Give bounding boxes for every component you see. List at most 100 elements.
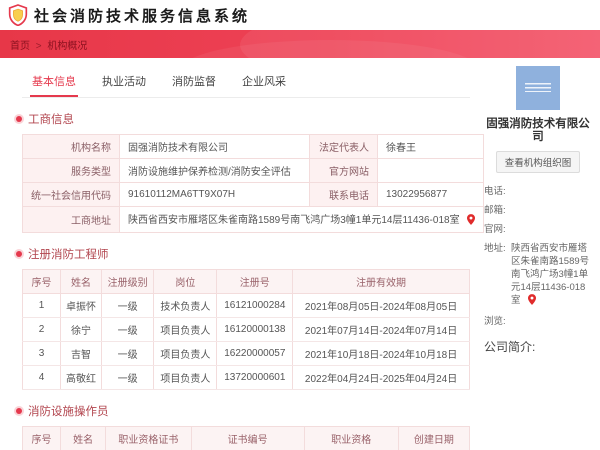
company-profile-title: 公司简介: (484, 340, 536, 354)
cell-level: 一级 (101, 341, 155, 366)
cell-name: 徐宁 (59, 317, 103, 342)
section-engineers: 注册消防工程师 (16, 246, 470, 262)
table-header-row: 序号 姓名 职业资格证书 证书编号 职业资格 创建日期 (22, 426, 471, 450)
tab-basic-info[interactable]: 基本信息 (30, 68, 78, 97)
address-cell: 陕西省西安市雁塔区朱雀南路1589号南飞鸿广场3幢1单元14层11436-018… (118, 206, 485, 233)
operators-table: 序号 姓名 职业资格证书 证书编号 职业资格 创建日期 1 戴文强 四级/中级技… (22, 426, 471, 450)
cell-position: 项目负责人 (153, 365, 218, 390)
col-qual: 职业资格 (303, 426, 399, 450)
sidebar-phone-value (511, 185, 592, 198)
banner: 首页 > 机构概况 (0, 30, 600, 58)
org-name-label: 机构名称 (22, 134, 120, 159)
cell-position: 项目负责人 (153, 317, 218, 342)
cell-valid: 2021年07月14日-2024年07月14日 (292, 317, 470, 342)
tab-company-showcase[interactable]: 企业风采 (240, 68, 288, 97)
location-pin-icon[interactable] (467, 214, 476, 228)
breadcrumb-home-link[interactable]: 首页 (10, 41, 30, 52)
bullet-dot-icon (16, 116, 22, 122)
cell-name: 吉智 (59, 341, 103, 366)
page: 社会消防技术服务信息系统 首页 > 机构概况 基本信息 执业活动 消防监督 企业… (0, 0, 600, 450)
sidebar-website-value (511, 223, 592, 236)
col-valid: 注册有效期 (292, 269, 470, 294)
bullet-dot-icon (16, 251, 22, 257)
legal-rep-value: 徐春王 (376, 134, 485, 159)
content: 基本信息 执业活动 消防监督 企业风采 工商信息 机构名称 固强消防技术有限公司… (0, 58, 600, 450)
breadcrumb: 首页 > 机构概况 (10, 37, 87, 52)
table-row: 机构名称 固强消防技术有限公司 法定代表人 徐春王 (22, 134, 485, 159)
cell-level: 一级 (101, 365, 155, 390)
sidebar-website-label: 官网: (484, 224, 506, 235)
cell-position: 项目负责人 (153, 341, 218, 366)
service-type-value: 消防设施维护保养检测/消防安全评估 (119, 158, 310, 183)
cell-level: 一级 (101, 293, 155, 318)
table-row: 4 高敬红 一级 项目负责人 13720000601 2022年04月24日-2… (22, 365, 470, 390)
credit-code-value: 91610112MA6TT9X07H (119, 182, 310, 207)
bullet-dot-icon (16, 408, 22, 414)
col-no: 序号 (22, 426, 61, 450)
address-value: 陕西省西安市雁塔区朱雀南路1589号南飞鸿广场3幢1单元14层11436-018… (128, 215, 460, 226)
sidebar-views-label: 浏览: (484, 316, 506, 327)
section-operators: 消防设施操作员 (16, 403, 470, 419)
sidebar-phone-field: 电话: (484, 185, 592, 198)
business-info-table: 机构名称 固强消防技术有限公司 法定代表人 徐春王 服务类型 消防设施维护保养检… (22, 134, 485, 233)
section-business-info-label: 工商信息 (28, 114, 74, 126)
col-name: 姓名 (59, 426, 107, 450)
cell-no: 3 (22, 341, 61, 366)
col-reg-no: 注册号 (216, 269, 294, 294)
sidebar-views-field: 浏览: (484, 315, 592, 328)
sidebar-address-label: 地址: (484, 243, 506, 254)
cell-reg-no: 16120000138 (216, 317, 294, 342)
table-row: 1 卓振怀 一级 技术负责人 16121000284 2021年08月05日-2… (22, 293, 470, 318)
table-header-row: 序号 姓名 注册级别 岗位 注册号 注册有效期 (22, 269, 470, 294)
sidebar-views-value (511, 315, 592, 328)
tab-practice-activity[interactable]: 执业活动 (100, 68, 148, 97)
website-value (376, 158, 485, 183)
cell-valid: 2021年10月18日-2024年10月18日 (292, 341, 470, 366)
cell-reg-no: 16220000057 (216, 341, 294, 366)
sidebar-website-field: 官网: (484, 223, 592, 236)
phone-value: 13022956877 (376, 182, 485, 207)
cell-valid: 2021年08月05日-2024年08月05日 (292, 293, 470, 318)
tab-fire-supervision[interactable]: 消防监督 (170, 68, 218, 97)
sidebar-email-label: 邮箱: (484, 205, 506, 216)
location-pin-icon[interactable] (528, 294, 537, 309)
website-label: 官方网站 (309, 158, 378, 183)
section-business-info: 工商信息 (16, 111, 470, 127)
legal-rep-label: 法定代表人 (309, 134, 378, 159)
org-name-value: 固强消防技术有限公司 (119, 134, 310, 159)
company-sidebar: 固强消防技术有限公司 查看机构组织图 电话: 邮箱: 官网: 地址: 陕西省西安… (478, 58, 596, 450)
credit-code-label: 统一社会信用代码 (22, 182, 120, 207)
table-row: 2 徐宁 一级 项目负责人 16120000138 2021年07月14日-20… (22, 317, 470, 342)
address-label: 工商地址 (22, 206, 120, 233)
app-header: 社会消防技术服务信息系统 (0, 0, 600, 30)
col-cert: 职业资格证书 (105, 426, 192, 450)
col-level: 注册级别 (101, 269, 155, 294)
service-type-label: 服务类型 (22, 158, 120, 183)
cell-valid: 2022年04月24日-2025年04月24日 (292, 365, 470, 390)
sidebar-email-field: 邮箱: (484, 204, 592, 217)
cell-level: 一级 (101, 317, 155, 342)
cell-name: 高敬红 (59, 365, 103, 390)
tab-bar: 基本信息 执业活动 消防监督 企业风采 (22, 68, 470, 98)
sidebar-address-field: 地址: 陕西省西安市雁塔区朱雀南路1589号南飞鸿广场3幢1单元14层11436… (484, 242, 592, 309)
section-engineers-label: 注册消防工程师 (28, 249, 109, 261)
breadcrumb-separator: > (35, 40, 42, 52)
engineers-table: 序号 姓名 注册级别 岗位 注册号 注册有效期 1 卓振怀 一级 技术负责人 1… (22, 269, 470, 390)
col-no: 序号 (22, 269, 61, 294)
phone-label: 联系电话 (309, 182, 378, 207)
section-operators-label: 消防设施操作员 (28, 406, 109, 418)
sidebar-email-value (511, 204, 592, 217)
cell-position: 技术负责人 (153, 293, 218, 318)
shield-logo-icon (8, 4, 28, 27)
cell-reg-no: 13720000601 (216, 365, 294, 390)
view-org-chart-button[interactable]: 查看机构组织图 (495, 151, 581, 173)
logo-placeholder-text (525, 83, 551, 92)
sidebar-company-name: 固强消防技术有限公司 (486, 118, 590, 143)
sidebar-address-text: 陕西省西安市雁塔区朱雀南路1589号南飞鸿广场3幢1单元14层11436-018… (511, 243, 590, 306)
cell-no: 2 (22, 317, 61, 342)
company-logo-image (516, 66, 560, 110)
table-row: 统一社会信用代码 91610112MA6TT9X07H 联系电话 1302295… (22, 182, 485, 207)
table-row: 服务类型 消防设施维护保养检测/消防安全评估 官方网站 (22, 158, 485, 183)
main-column: 基本信息 执业活动 消防监督 企业风采 工商信息 机构名称 固强消防技术有限公司… (8, 58, 485, 450)
col-cert-no: 证书编号 (190, 426, 305, 450)
